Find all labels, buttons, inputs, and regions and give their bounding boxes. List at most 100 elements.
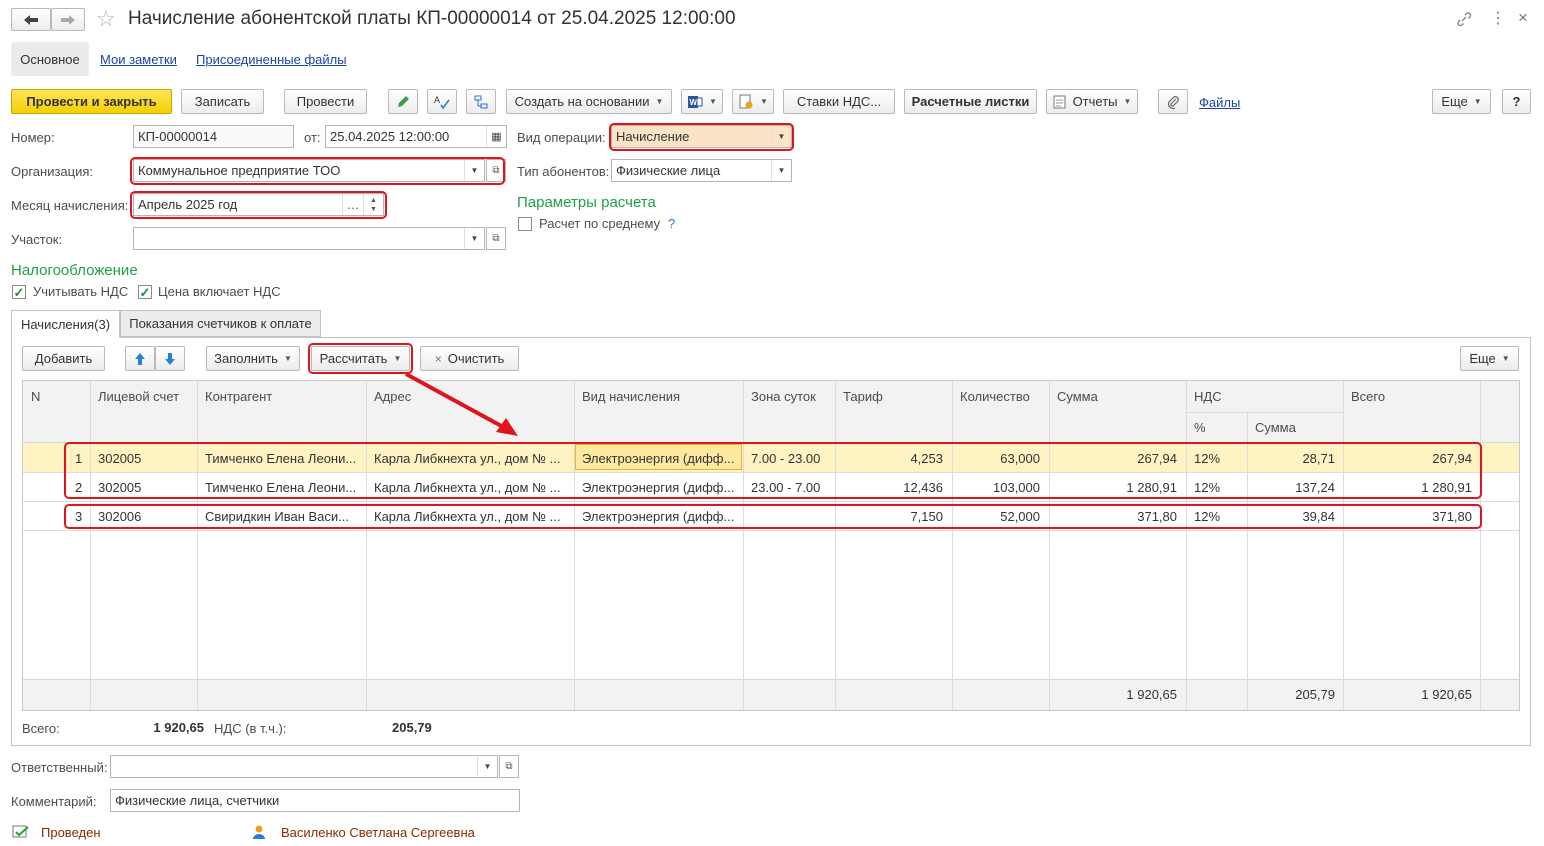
month-field[interactable]: Апрель 2025 год … ▲ ▼ bbox=[133, 193, 384, 216]
month-label: Месяц начисления: bbox=[11, 198, 129, 213]
date-field[interactable]: 25.04.2025 12:00:00 ▦ bbox=[325, 125, 507, 148]
cell-total: 371,80 bbox=[1432, 509, 1472, 524]
clear-button[interactable]: × Очистить bbox=[420, 346, 519, 371]
structure-button[interactable] bbox=[466, 89, 496, 114]
vat-rates-label: Ставки НДС... bbox=[796, 94, 882, 109]
tab-charges[interactable]: Начисления(3) bbox=[11, 310, 120, 338]
chevron-down-icon: ▼ bbox=[1473, 97, 1482, 106]
attach-button[interactable] bbox=[1158, 89, 1188, 114]
organization-select[interactable]: Коммунальное предприятие ТОО ▼ bbox=[133, 159, 485, 182]
more-vertical-icon[interactable]: ⋮ bbox=[1490, 8, 1506, 28]
help-button[interactable]: ? bbox=[1502, 89, 1531, 114]
create-based-on-label: Создать на основании bbox=[514, 94, 650, 109]
tab-meter-readings[interactable]: Показания счетчиков к оплате bbox=[120, 310, 321, 337]
close-icon[interactable]: × bbox=[1518, 8, 1528, 28]
tab-notes[interactable]: Мои заметки bbox=[100, 52, 177, 67]
col-quantity[interactable]: Количество bbox=[960, 389, 1030, 404]
cell-address: Карла Либкнехта ул., дом № ... bbox=[374, 480, 561, 495]
footer-total: 1 920,65 bbox=[1421, 687, 1472, 702]
tab-charges-label: Начисления(3) bbox=[20, 316, 111, 332]
chevron-down-icon: ▼ bbox=[477, 756, 497, 777]
vat-rates-button[interactable]: Ставки НДС... bbox=[783, 89, 895, 114]
tab-attached-files[interactable]: Присоединенные файлы bbox=[196, 52, 347, 67]
open-section-button[interactable]: ⧉ bbox=[486, 227, 506, 250]
responsible-select[interactable]: ▼ bbox=[110, 755, 498, 778]
clear-label: Очистить bbox=[447, 351, 505, 366]
col-time-zone[interactable]: Зона суток bbox=[751, 389, 816, 404]
help-icon[interactable]: ? bbox=[668, 216, 675, 231]
col-tariff[interactable]: Тариф bbox=[843, 389, 883, 404]
price-includes-vat-checkbox[interactable]: ✓ bbox=[138, 285, 152, 299]
responsible-label: Ответственный: bbox=[11, 760, 108, 775]
month-stepper[interactable]: ▲ ▼ bbox=[363, 194, 383, 215]
post-label: Провести bbox=[296, 94, 355, 109]
chevron-down-icon: ▼ bbox=[709, 97, 717, 106]
cell-total: 1 280,91 bbox=[1421, 480, 1472, 495]
col-account[interactable]: Лицевой счет bbox=[98, 389, 179, 404]
cell-address: Карла Либкнехта ул., дом № ... bbox=[374, 509, 561, 524]
fill-button[interactable]: Заполнить ▼ bbox=[206, 346, 300, 371]
section-select[interactable]: ▼ bbox=[133, 227, 485, 250]
calc-average-checkbox[interactable] bbox=[518, 217, 532, 231]
edit-document-button[interactable] bbox=[388, 89, 418, 114]
add-button[interactable]: Добавить bbox=[22, 346, 105, 371]
post-and-close-button[interactable]: Провести и закрыть bbox=[11, 89, 172, 114]
operation-select[interactable]: Начисление ▼ bbox=[611, 125, 792, 148]
cell-quantity: 103,000 bbox=[993, 480, 1040, 495]
cell-contractor: Свиридкин Иван Васи... bbox=[205, 509, 349, 524]
forward-button[interactable] bbox=[51, 8, 85, 31]
payslips-button[interactable]: Расчетные листки bbox=[904, 89, 1037, 114]
create-based-on-button[interactable]: Создать на основании ▼ bbox=[506, 89, 672, 114]
reports-button[interactable]: Отчеты ▼ bbox=[1046, 89, 1138, 114]
hierarchy-icon bbox=[474, 95, 488, 108]
open-organization-button[interactable]: ⧉ bbox=[486, 159, 506, 182]
more-button[interactable]: Еще ▼ bbox=[1432, 89, 1491, 114]
col-contractor[interactable]: Контрагент bbox=[205, 389, 272, 404]
post-and-close-label: Провести и закрыть bbox=[26, 94, 157, 109]
spell-check-button[interactable]: A bbox=[427, 89, 457, 114]
cell-vat-amount: 137,24 bbox=[1295, 480, 1335, 495]
chevron-down-icon: ▼ bbox=[464, 228, 484, 249]
favorite-star-icon[interactable]: ☆ bbox=[96, 6, 116, 32]
move-down-button[interactable] bbox=[155, 346, 185, 371]
cell-charge-type: Электроэнергия (дифф... bbox=[582, 451, 735, 466]
table-more-button[interactable]: Еще ▼ bbox=[1460, 346, 1519, 371]
subscriber-type-select[interactable]: Физические лица ▼ bbox=[611, 159, 792, 182]
include-vat-checkbox[interactable]: ✓ bbox=[12, 285, 26, 299]
report-icon bbox=[1053, 95, 1066, 108]
post-button[interactable]: Провести bbox=[284, 89, 367, 114]
add-label: Добавить bbox=[34, 351, 93, 366]
select-month-button[interactable]: … bbox=[342, 194, 363, 215]
link-icon[interactable] bbox=[1456, 11, 1472, 27]
print-button[interactable]: ▼ bbox=[732, 89, 774, 114]
cell-tariff: 12,436 bbox=[903, 480, 943, 495]
number-field[interactable]: КП-00000014 bbox=[133, 125, 294, 148]
word-export-button[interactable]: W ▼ bbox=[681, 89, 723, 114]
subscriber-type-value: Физические лица bbox=[616, 163, 721, 178]
open-responsible-button[interactable]: ⧉ bbox=[499, 755, 519, 778]
author-name: Василенко Светлана Сергеевна bbox=[281, 825, 475, 840]
col-n[interactable]: N bbox=[31, 389, 40, 404]
clear-icon: × bbox=[434, 351, 442, 366]
tab-main[interactable]: Основное bbox=[11, 42, 89, 76]
cell-vat-percent: 12% bbox=[1194, 509, 1221, 524]
col-total[interactable]: Всего bbox=[1351, 389, 1385, 404]
chevron-down-icon: ▼ bbox=[760, 97, 768, 106]
taxation-title: Налогообложение bbox=[11, 262, 138, 279]
col-amount[interactable]: Сумма bbox=[1057, 389, 1098, 404]
files-link[interactable]: Файлы bbox=[1199, 95, 1240, 110]
back-button[interactable] bbox=[11, 8, 51, 31]
calendar-icon[interactable]: ▦ bbox=[486, 126, 506, 147]
operation-label: Вид операции: bbox=[517, 130, 606, 145]
move-up-button[interactable] bbox=[125, 346, 155, 371]
save-button[interactable]: Записать bbox=[181, 89, 264, 114]
comment-field[interactable]: Физические лица, счетчики bbox=[110, 789, 520, 812]
col-vat-percent[interactable]: % bbox=[1194, 420, 1206, 435]
calc-average-label: Расчет по среднему bbox=[539, 216, 661, 231]
arrow-up-icon bbox=[135, 352, 145, 365]
calculate-button[interactable]: Рассчитать ▼ bbox=[311, 346, 410, 371]
col-vat-amount[interactable]: Сумма bbox=[1255, 420, 1296, 435]
col-vat[interactable]: НДС bbox=[1194, 389, 1222, 404]
cell-amount: 1 280,91 bbox=[1126, 480, 1177, 495]
col-charge-type[interactable]: Вид начисления bbox=[582, 389, 680, 404]
